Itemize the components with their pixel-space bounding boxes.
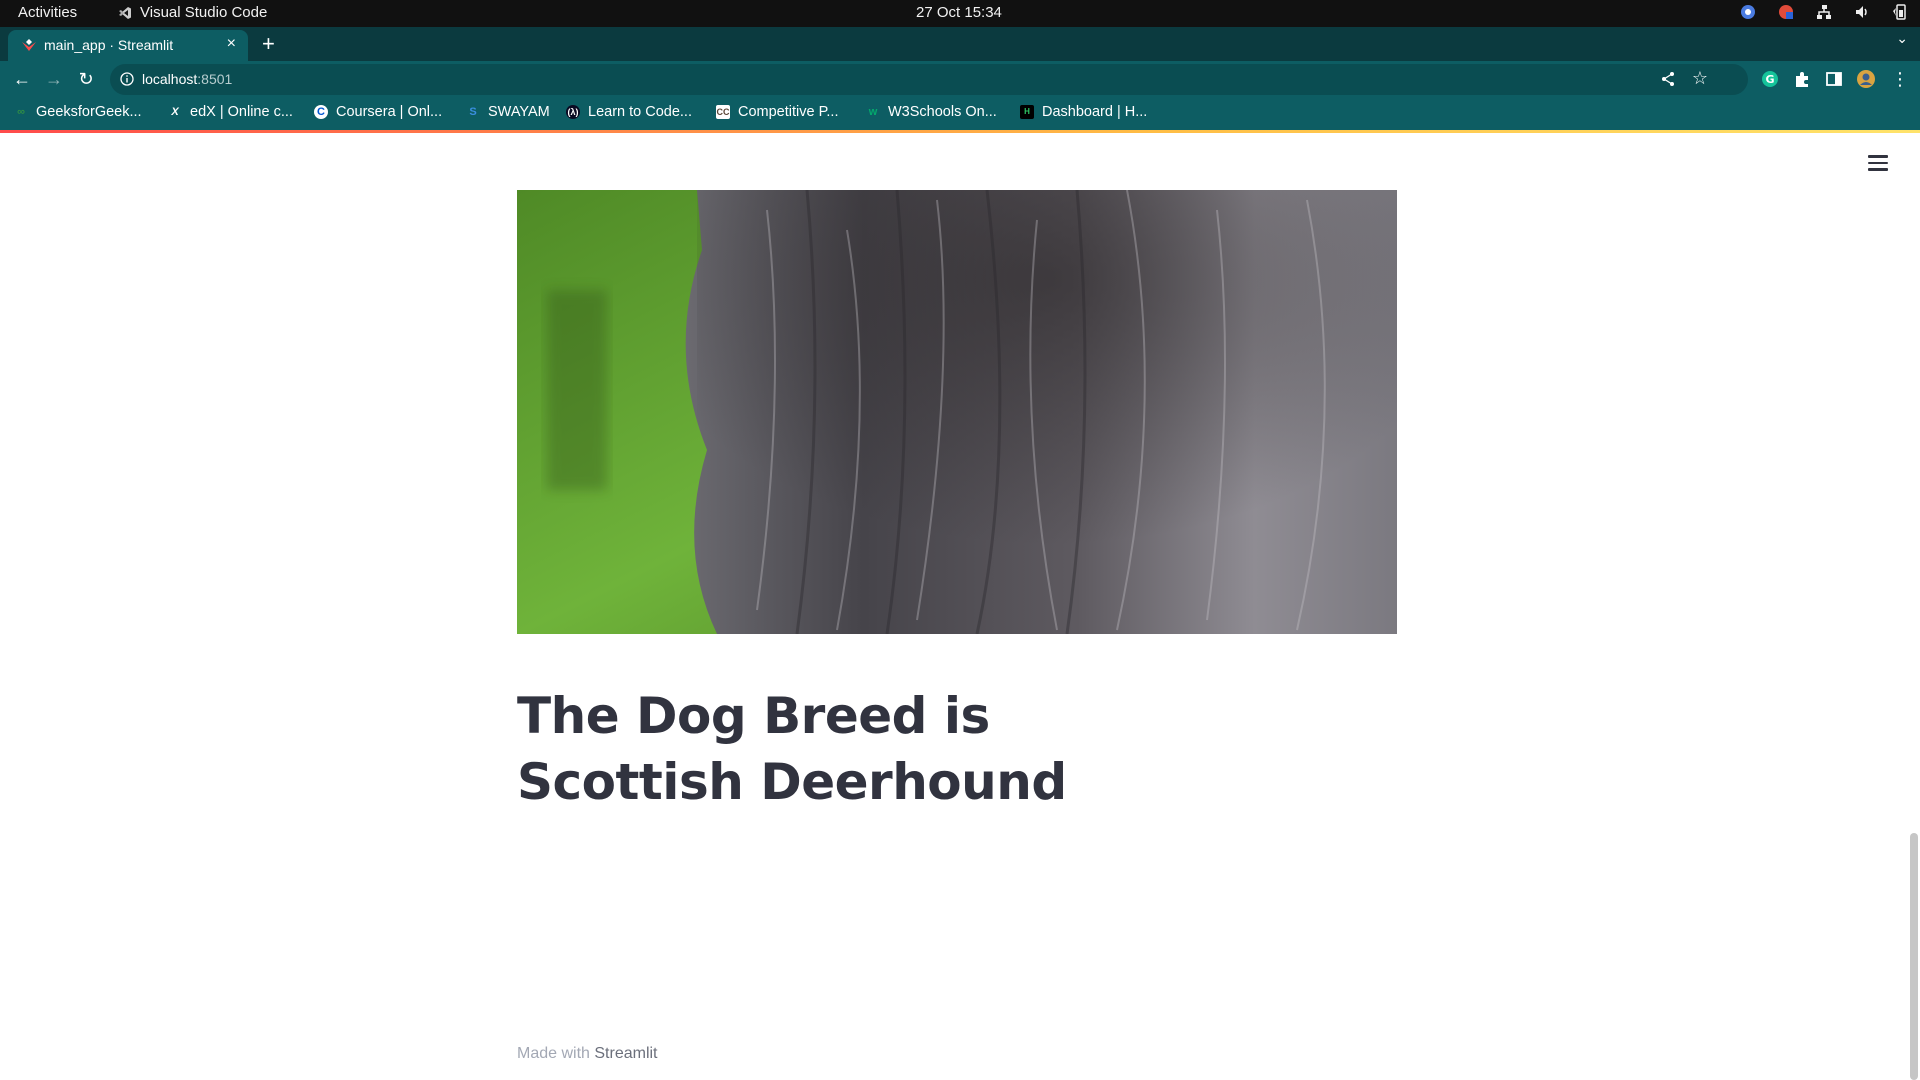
url-port: :8501 bbox=[197, 71, 233, 87]
browser-menu-icon[interactable]: ⋮ bbox=[1888, 67, 1912, 91]
hackerrank-icon: H bbox=[1020, 105, 1034, 119]
edx-icon: X bbox=[171, 106, 179, 118]
bookmark-label: Learn to Code... bbox=[588, 104, 692, 120]
codechef-icon: CC bbox=[716, 105, 730, 119]
recording-indicator-icon[interactable] bbox=[1778, 4, 1794, 20]
tab-title: main_app · Streamlit bbox=[44, 37, 174, 53]
streamlit-footer: Made with Streamlit bbox=[517, 1045, 658, 1063]
swayam-icon: S bbox=[469, 106, 477, 118]
streamlit-favicon-icon bbox=[22, 39, 36, 51]
bookmark-star-icon[interactable]: ☆ bbox=[1692, 68, 1708, 89]
coursera-icon: C bbox=[314, 105, 328, 119]
bookmarks-bar: ∞ GeeksforGeek... XedX | Online c... C Cou… bbox=[0, 98, 1920, 130]
gfg-icon: ∞ bbox=[17, 106, 25, 118]
bookmark-label: GeeksforGeek... bbox=[36, 104, 142, 120]
bookmark-label: Competitive P... bbox=[738, 104, 839, 120]
bookmark-label: Dashboard | H... bbox=[1042, 104, 1148, 120]
active-app-indicator[interactable]: Visual Studio Code bbox=[118, 4, 267, 21]
bookmark-label: edX | Online c... bbox=[190, 104, 293, 120]
chrome-remote-icon[interactable] bbox=[1740, 4, 1756, 20]
system-tray bbox=[1740, 4, 1908, 20]
tab-close-button[interactable]: × bbox=[227, 35, 236, 53]
streamlit-link[interactable]: Streamlit bbox=[594, 1045, 657, 1062]
extensions-puzzle-icon[interactable] bbox=[1792, 69, 1812, 89]
svg-text:G: G bbox=[1765, 73, 1774, 86]
tab-main-app[interactable]: main_app · Streamlit × bbox=[8, 30, 248, 61]
address-bar[interactable]: localhost:8501 ☆ bbox=[110, 64, 1748, 95]
volume-icon[interactable] bbox=[1854, 4, 1870, 20]
hamburger-menu-icon[interactable] bbox=[1868, 155, 1890, 171]
bookmark-geeksforgeeks[interactable]: ∞ GeeksforGeek... bbox=[14, 104, 142, 120]
footer-prefix: Made with bbox=[517, 1045, 595, 1062]
bookmark-coursera[interactable]: C Coursera | Onl... bbox=[314, 104, 442, 120]
system-top-bar: Activities Visual Studio Code 27 Oct 15:… bbox=[0, 0, 1920, 27]
bookmark-hackerrank[interactable]: H Dashboard | H... bbox=[1020, 104, 1147, 120]
bookmark-edx[interactable]: XedX | Online c... bbox=[168, 104, 293, 120]
tab-search-chevron-down-icon[interactable]: ⌄ bbox=[1896, 30, 1908, 47]
active-app-label: Visual Studio Code bbox=[140, 4, 268, 21]
new-tab-button[interactable]: + bbox=[262, 28, 275, 60]
vscode-icon bbox=[119, 6, 131, 19]
predicted-breed-heading: The Dog Breed is Scottish Deerhound bbox=[517, 687, 1067, 811]
browser-tab-strip: main_app · Streamlit × bbox=[0, 27, 1920, 61]
back-arrow-icon[interactable]: ← bbox=[10, 67, 34, 91]
activities-button[interactable]: Activities bbox=[18, 4, 77, 21]
profile-avatar-icon[interactable] bbox=[1856, 69, 1876, 89]
site-info-icon[interactable] bbox=[120, 72, 134, 86]
freecodecamp-icon: (λ) bbox=[566, 105, 580, 119]
page-scrollbar[interactable] bbox=[1910, 833, 1918, 1080]
bookmark-w3schools[interactable]: w W3Schools On... bbox=[866, 104, 997, 120]
clock[interactable]: 27 Oct 15:34 bbox=[916, 4, 1002, 21]
side-panel-icon[interactable] bbox=[1824, 69, 1844, 89]
battery-icon[interactable] bbox=[1892, 4, 1908, 20]
forward-arrow-icon[interactable]: → bbox=[42, 67, 66, 91]
uploaded-dog-image bbox=[517, 190, 1397, 634]
bookmark-swayam[interactable]: S SWAYAM bbox=[466, 104, 550, 120]
bookmark-label: Coursera | Onl... bbox=[336, 104, 443, 120]
grammarly-extension-icon[interactable]: G bbox=[1760, 69, 1780, 89]
w3schools-icon: w bbox=[868, 106, 878, 118]
bookmark-freecodecamp[interactable]: (λ) Learn to Code... bbox=[566, 104, 692, 120]
network-icon[interactable] bbox=[1816, 4, 1832, 20]
reload-icon[interactable]: ↻ bbox=[74, 67, 98, 91]
bookmark-label: SWAYAM bbox=[488, 104, 550, 120]
url-host: localhost bbox=[142, 71, 198, 87]
browser-toolbar: ← → ↻ localhost:8501 ☆ G ⋮ bbox=[0, 61, 1920, 98]
url-text: localhost:8501 bbox=[142, 71, 232, 87]
bookmark-codechef[interactable]: CC Competitive P... bbox=[716, 104, 838, 120]
share-icon[interactable] bbox=[1660, 71, 1676, 87]
bookmark-label: W3Schools On... bbox=[888, 104, 997, 120]
streamlit-app-page: The Dog Breed is Scottish Deerhound Made… bbox=[0, 133, 1920, 1080]
